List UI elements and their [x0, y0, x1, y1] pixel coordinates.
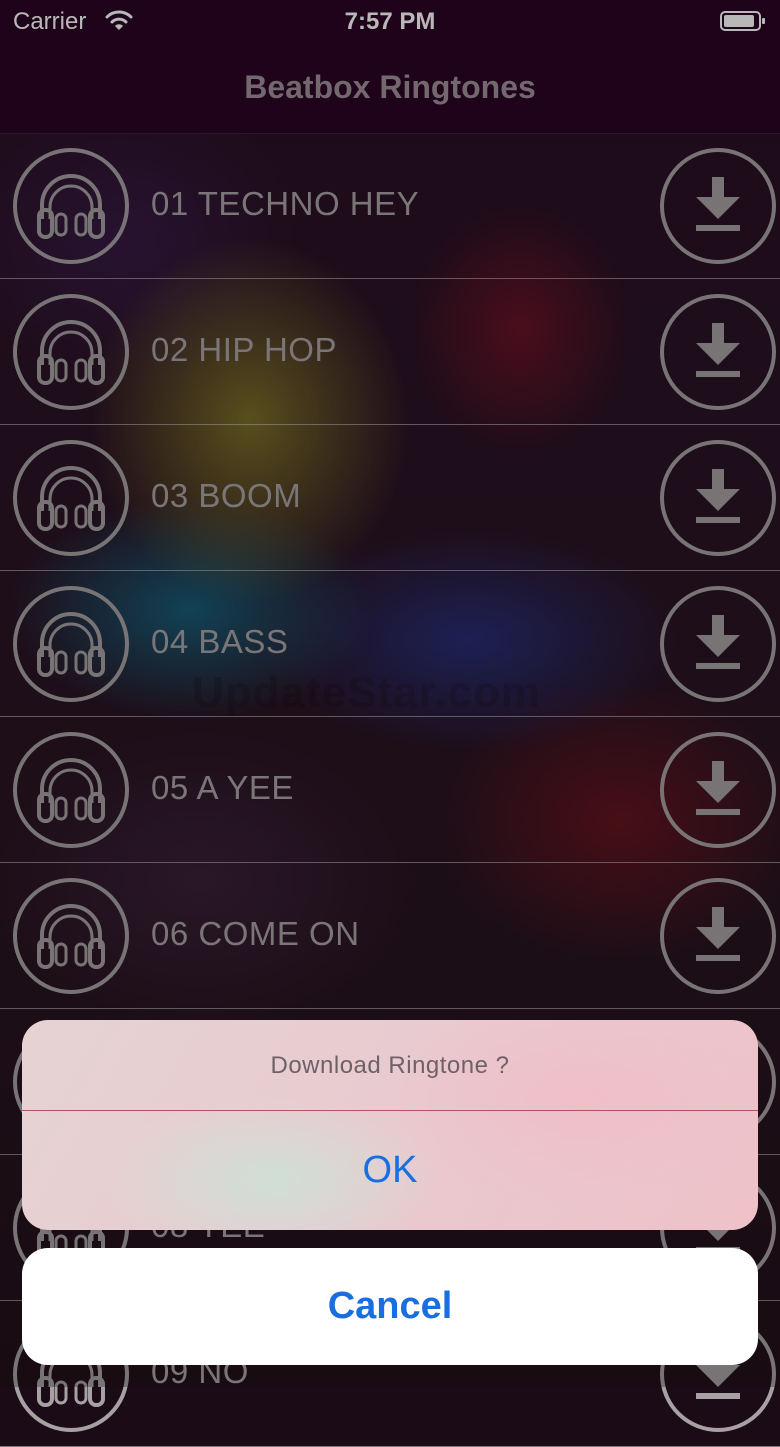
ok-button[interactable]: OK	[22, 1111, 758, 1230]
cancel-button[interactable]: Cancel	[22, 1248, 758, 1365]
action-sheet-title: Download Ringtone ?	[270, 1052, 510, 1079]
action-sheet: Download Ringtone ? OK	[22, 1020, 758, 1230]
